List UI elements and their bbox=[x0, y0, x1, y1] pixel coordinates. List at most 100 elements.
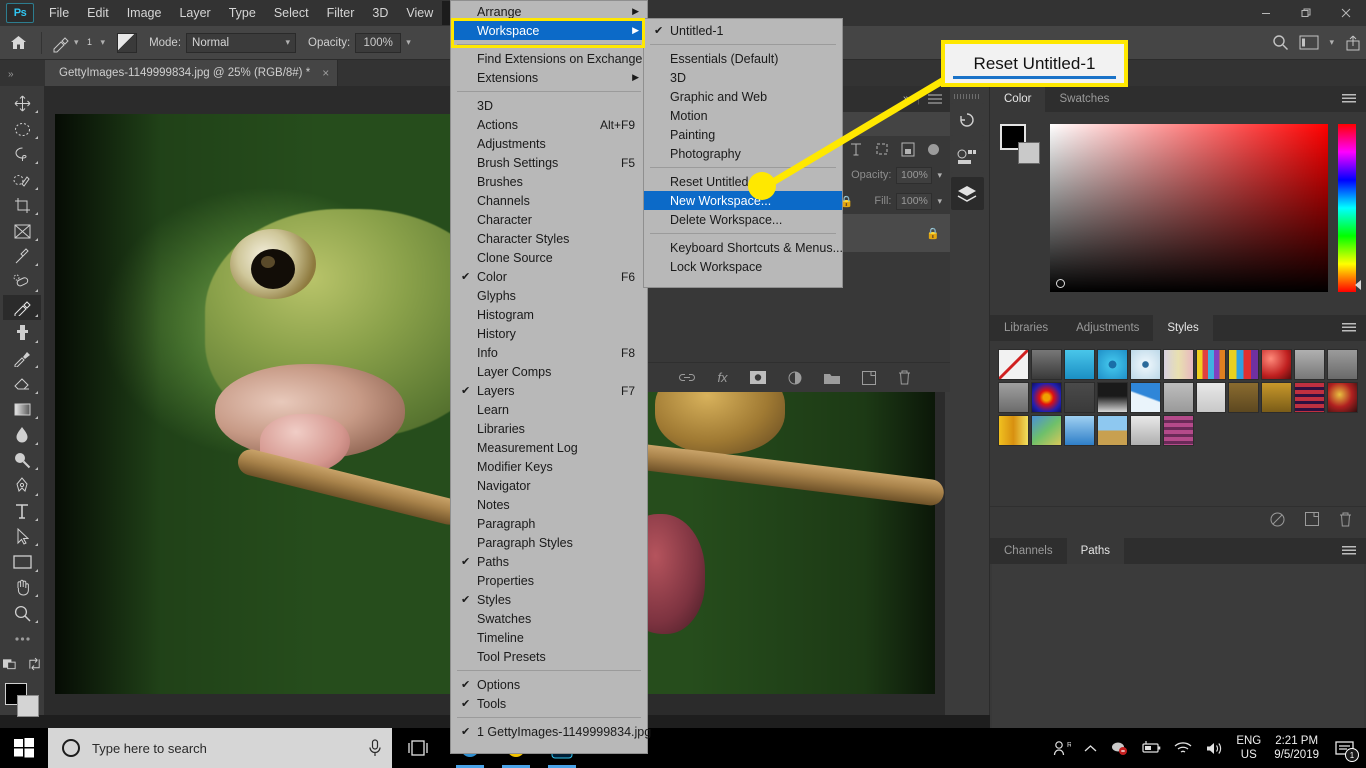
style-swatch[interactable] bbox=[1195, 381, 1227, 413]
menu-filter[interactable]: Filter bbox=[318, 1, 364, 25]
style-swatch[interactable] bbox=[998, 414, 1029, 446]
style-swatch[interactable] bbox=[1129, 381, 1161, 413]
workspace-item-untitled-1[interactable]: ✔ Untitled-1 bbox=[644, 21, 842, 40]
toolbar-expand-icon[interactable]: » bbox=[0, 69, 45, 86]
close-button[interactable] bbox=[1326, 0, 1366, 26]
style-swatch[interactable] bbox=[1327, 349, 1359, 380]
chevron-down-icon[interactable]: ▾ bbox=[937, 196, 942, 207]
tab-color[interactable]: Color bbox=[990, 86, 1046, 112]
style-swatch[interactable] bbox=[1063, 349, 1095, 380]
chevron-down-icon[interactable]: ▾ bbox=[937, 170, 942, 181]
workspace-item-new-workspace[interactable]: New Workspace... bbox=[644, 191, 842, 210]
blend-mode-select[interactable]: Normal ▾ bbox=[186, 32, 297, 53]
tab-paths[interactable]: Paths bbox=[1066, 537, 1125, 564]
show-hidden-icons-icon[interactable] bbox=[1084, 744, 1097, 753]
quick-mask-toggle[interactable] bbox=[3, 651, 41, 676]
style-swatch[interactable] bbox=[1030, 349, 1062, 380]
background-color-swatch[interactable] bbox=[1018, 142, 1040, 164]
style-swatch[interactable] bbox=[1294, 349, 1326, 380]
menu-item-measurement-log[interactable]: Measurement Log bbox=[451, 438, 647, 457]
menu-item-learn[interactable]: Learn bbox=[451, 400, 647, 419]
style-swatch[interactable] bbox=[1096, 381, 1128, 413]
folder-icon[interactable] bbox=[823, 372, 840, 384]
zoom-tool[interactable] bbox=[3, 600, 41, 625]
hue-slider[interactable] bbox=[1338, 124, 1361, 292]
crop-tool[interactable] bbox=[3, 193, 41, 218]
chevron-down-icon[interactable]: ▾ bbox=[406, 37, 411, 48]
style-swatch[interactable] bbox=[1129, 414, 1161, 446]
task-view-icon[interactable] bbox=[392, 739, 444, 757]
style-swatch[interactable] bbox=[1096, 414, 1128, 446]
panel-menu-icon[interactable] bbox=[1342, 323, 1356, 333]
chevron-down-icon[interactable]: ▾ bbox=[1329, 37, 1334, 48]
style-swatch[interactable] bbox=[1294, 381, 1326, 413]
no-style-icon[interactable] bbox=[1270, 512, 1285, 527]
style-swatch[interactable] bbox=[1030, 414, 1062, 446]
menu-item-paragraph[interactable]: Paragraph bbox=[451, 514, 647, 533]
clone-stamp-tool[interactable] bbox=[3, 320, 41, 345]
workspace-item-motion[interactable]: Motion bbox=[644, 106, 842, 125]
lasso-tool[interactable] bbox=[3, 142, 41, 167]
notifications-icon[interactable]: 1 bbox=[1332, 735, 1359, 762]
restore-button[interactable] bbox=[1286, 0, 1326, 26]
eraser-tool[interactable] bbox=[3, 371, 41, 396]
frame-tool[interactable] bbox=[3, 218, 41, 243]
menu-select[interactable]: Select bbox=[265, 1, 318, 25]
new-style-icon[interactable] bbox=[1305, 512, 1319, 527]
toggle-filter-icon[interactable] bbox=[927, 143, 940, 156]
layers-panel-icon[interactable] bbox=[950, 177, 984, 210]
menu-item-adjustments[interactable]: Adjustments bbox=[451, 134, 647, 153]
workspace-item-delete-workspace[interactable]: Delete Workspace... bbox=[644, 210, 842, 229]
windows-start-icon[interactable] bbox=[0, 728, 48, 768]
menu-type[interactable]: Type bbox=[220, 1, 265, 25]
menu-item-3d[interactable]: 3D bbox=[451, 96, 647, 115]
lock-icon[interactable]: 🔒 bbox=[926, 227, 940, 240]
menu-item-info[interactable]: Info F8 bbox=[451, 343, 647, 362]
marquee-tool[interactable] bbox=[3, 116, 41, 141]
style-swatch[interactable] bbox=[1162, 414, 1194, 446]
panel-menu-icon[interactable] bbox=[1342, 545, 1356, 556]
rectangle-tool[interactable] bbox=[3, 549, 41, 574]
chevron-double-right-icon[interactable]: » bbox=[903, 93, 909, 105]
object-selection-tool[interactable] bbox=[3, 167, 41, 192]
workspace-item-lock-workspace[interactable]: Lock Workspace bbox=[644, 257, 842, 276]
workspace-item-reset-untitled-1[interactable]: Reset Untitled-1 bbox=[644, 172, 842, 191]
menu-item-options[interactable]: ✔ Options bbox=[451, 675, 647, 694]
window-menu-dropdown[interactable]: Arrange ▶ Workspace ▶ Find Extensions on Exc… bbox=[450, 0, 653, 754]
menu-item-character[interactable]: Character bbox=[451, 210, 647, 229]
menu-item-glyphs[interactable]: Glyphs bbox=[451, 286, 647, 305]
menu-item-history[interactable]: History bbox=[451, 324, 647, 343]
tab-channels[interactable]: Channels bbox=[990, 537, 1067, 564]
adjustment-icon[interactable] bbox=[788, 371, 802, 385]
home-icon[interactable] bbox=[0, 35, 36, 50]
menu-item-character-styles[interactable]: Character Styles bbox=[451, 229, 647, 248]
style-swatch[interactable] bbox=[1195, 349, 1227, 380]
microphone-icon[interactable] bbox=[368, 739, 382, 757]
move-tool[interactable] bbox=[3, 91, 41, 116]
properties-panel-icon[interactable] bbox=[950, 140, 984, 173]
menu-edit[interactable]: Edit bbox=[78, 1, 118, 25]
color-panel-swatches[interactable] bbox=[1000, 124, 1040, 164]
workspace-item-graphic-and-web[interactable]: Graphic and Web bbox=[644, 87, 842, 106]
pen-tool[interactable] bbox=[3, 473, 41, 498]
brush-preset-picker[interactable]: ▾ bbox=[47, 33, 83, 53]
style-swatch[interactable] bbox=[1096, 349, 1128, 380]
tab-adjustments[interactable]: Adjustments bbox=[1062, 315, 1154, 341]
menu-item-paths[interactable]: ✔ Paths bbox=[451, 552, 647, 571]
battery-icon[interactable] bbox=[1141, 741, 1161, 755]
menu-item-swatches[interactable]: Swatches bbox=[451, 609, 647, 628]
menu-item-workspace[interactable]: Workspace ▶ bbox=[451, 21, 647, 40]
volume-icon[interactable] bbox=[1205, 741, 1223, 756]
menu-item-arrange[interactable]: Arrange ▶ bbox=[451, 2, 647, 21]
shape-icon[interactable] bbox=[875, 142, 889, 156]
menu-item-timeline[interactable]: Timeline bbox=[451, 628, 647, 647]
panel-menu-icon[interactable] bbox=[1342, 94, 1356, 104]
mask-icon[interactable] bbox=[749, 371, 766, 384]
fx-icon[interactable]: fx bbox=[717, 370, 727, 385]
panel-menu-icon[interactable] bbox=[928, 94, 942, 104]
layer-fill-value[interactable]: 100% bbox=[896, 192, 933, 210]
menu-item-clone-source[interactable]: Clone Source bbox=[451, 248, 647, 267]
trash-icon[interactable] bbox=[898, 370, 911, 385]
type-icon[interactable] bbox=[849, 142, 863, 156]
wifi-icon[interactable] bbox=[1174, 741, 1192, 755]
